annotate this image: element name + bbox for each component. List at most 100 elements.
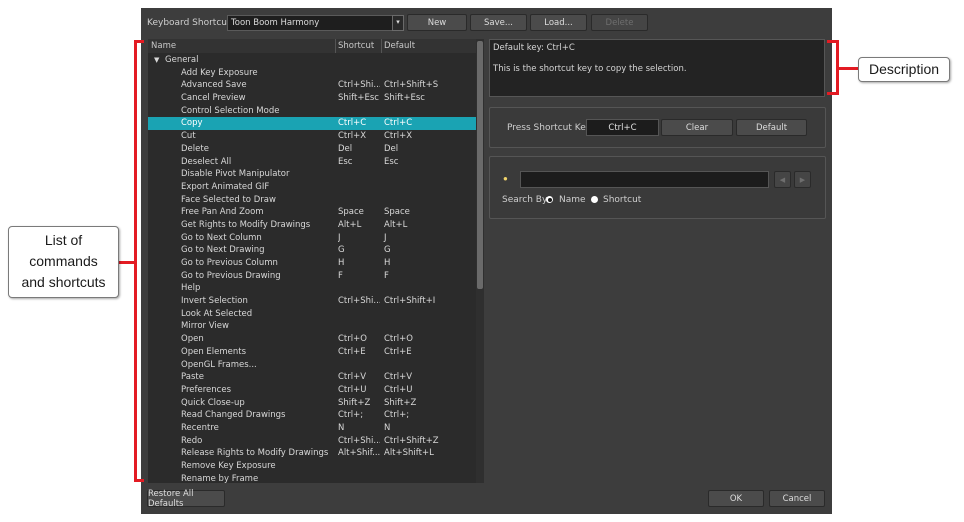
expand-arrow-icon[interactable]: ▼ [154, 56, 159, 64]
command-row[interactable]: Preferences Ctrl+U Ctrl+U [148, 384, 476, 397]
command-name: Cut [181, 131, 196, 142]
command-default: Ctrl+U [384, 384, 413, 395]
load-button[interactable]: Load... [530, 14, 587, 31]
command-name: Paste [181, 372, 204, 383]
command-row[interactable]: Get Rights to Modify Drawings Alt+L Alt+L [148, 219, 476, 232]
command-name: Delete [181, 143, 209, 154]
command-row[interactable]: Invert Selection Ctrl+Shi... Ctrl+Shift+I [148, 295, 476, 308]
command-name: Open Elements [181, 346, 247, 357]
command-row[interactable]: Go to Previous Column H H [148, 257, 476, 270]
command-name: Open [181, 334, 204, 345]
command-row[interactable]: Export Animated GIF [148, 181, 476, 194]
search-panel: ● ◀ ▶ Search By: Name Shortcut [489, 156, 826, 219]
command-row[interactable]: Redo Ctrl+Shi... Ctrl+Shift+Z [148, 435, 476, 448]
command-name: Cancel Preview [181, 93, 246, 104]
command-row[interactable]: Recentre N N [148, 422, 476, 435]
command-name: Recentre [181, 422, 219, 433]
delete-button[interactable]: Delete [591, 14, 648, 31]
save-button[interactable]: Save... [470, 14, 527, 31]
command-row[interactable]: Disable Pivot Manipulator [148, 168, 476, 181]
command-name: OpenGL Frames... [181, 359, 257, 370]
search-by-label: Search By: [502, 195, 550, 205]
list-callout-line-2: commands [29, 253, 98, 269]
command-default: Ctrl+V [384, 372, 413, 383]
restore-all-defaults-button[interactable]: Restore All Defaults [147, 489, 225, 509]
tree-group-general[interactable]: ▼ General [148, 54, 476, 67]
command-row[interactable]: Help [148, 282, 476, 295]
command-shortcut: Ctrl+Shi... [338, 80, 380, 91]
command-name: Go to Next Drawing [181, 245, 265, 256]
command-default: Ctrl+X [384, 131, 413, 142]
command-name: Go to Previous Column [181, 258, 278, 268]
command-row[interactable]: Go to Previous Drawing F F [148, 270, 476, 283]
command-row[interactable]: Quick Close-up Shift+Z Shift+Z [148, 397, 476, 410]
command-row[interactable]: Advanced Save Ctrl+Shi... Ctrl+Shift+S [148, 79, 476, 92]
search-by-shortcut-radio[interactable] [591, 196, 598, 203]
command-row[interactable]: Add Key Exposure [148, 67, 476, 80]
command-name: Help [181, 283, 201, 294]
command-row[interactable]: Open Elements Ctrl+E Ctrl+E [148, 346, 476, 359]
shortcut-set-select[interactable]: Toon Boom Harmony [227, 15, 403, 31]
command-shortcut: Space [338, 207, 364, 218]
command-row[interactable]: Rename by Frame [148, 473, 476, 483]
command-row[interactable]: Face Selected to Draw [148, 194, 476, 207]
command-row[interactable]: Mirror View [148, 320, 476, 333]
command-row[interactable]: Control Selection Mode [148, 105, 476, 118]
tree-header: Name Shortcut Default [148, 39, 476, 53]
search-previous-button[interactable]: ◀ [774, 171, 791, 188]
command-row[interactable]: Cancel Preview Shift+Esc Shift+Esc [148, 92, 476, 105]
command-name: Remove Key Exposure [181, 461, 276, 471]
search-by-shortcut-label[interactable]: Shortcut [603, 195, 641, 205]
command-row[interactable]: Open Ctrl+O Ctrl+O [148, 333, 476, 346]
command-name: Disable Pivot Manipulator [181, 169, 290, 180]
command-row[interactable]: Cut Ctrl+X Ctrl+X [148, 130, 476, 143]
group-label: General [165, 55, 199, 65]
command-row[interactable]: Deselect All Esc Esc [148, 156, 476, 169]
ok-button[interactable]: OK [708, 490, 764, 507]
clear-button[interactable]: Clear [661, 119, 733, 136]
search-by-name-radio[interactable] [546, 196, 553, 203]
column-header-shortcut[interactable]: Shortcut [338, 41, 374, 51]
command-default: Del [384, 143, 399, 154]
command-default: H [384, 258, 391, 268]
search-next-button[interactable]: ▶ [794, 171, 811, 188]
description-box: Default key: Ctrl+C This is the shortcut… [489, 39, 825, 97]
cancel-button[interactable]: Cancel [769, 490, 825, 507]
column-header-name[interactable]: Name [151, 41, 176, 51]
command-row[interactable]: Free Pan And Zoom Space Space [148, 206, 476, 219]
command-row[interactable]: Go to Next Drawing G G [148, 244, 476, 257]
command-shortcut: Shift+Z [338, 397, 371, 408]
list-bracket-bottom [134, 479, 144, 482]
tree-scrollbar[interactable] [476, 39, 484, 483]
command-row[interactable]: Release Rights to Modify Drawings Alt+Shi… [148, 447, 476, 460]
command-name: Invert Selection [181, 296, 248, 307]
command-shortcut: Ctrl+; [338, 410, 364, 421]
command-row[interactable]: Remove Key Exposure [148, 460, 476, 473]
command-default: G [384, 245, 391, 256]
new-button[interactable]: New [407, 14, 467, 31]
command-row[interactable]: Read Changed Drawings Ctrl+; Ctrl+; [148, 409, 476, 422]
command-shortcut: N [338, 422, 345, 433]
command-default: J [384, 232, 387, 243]
shortcut-key-field[interactable]: Ctrl+C [586, 119, 659, 136]
command-shortcut: Ctrl+X [338, 131, 367, 142]
command-shortcut: F [338, 270, 343, 281]
command-row[interactable]: Go to Next Column J J [148, 232, 476, 245]
commands-tree[interactable]: Name Shortcut Default ▼ General Add Key … [148, 39, 484, 483]
search-input[interactable] [520, 171, 769, 188]
scrollbar-thumb[interactable] [477, 41, 483, 289]
column-header-default[interactable]: Default [384, 41, 415, 51]
description-bracket-top [827, 40, 839, 43]
command-row[interactable]: Copy Ctrl+C Ctrl+C [148, 117, 476, 131]
default-button[interactable]: Default [736, 119, 807, 136]
shortcut-editor-panel: Press Shortcut Key: Ctrl+C Clear Default [489, 107, 826, 148]
command-row[interactable]: Delete Del Del [148, 143, 476, 156]
command-row[interactable]: OpenGL Frames... [148, 359, 476, 372]
command-shortcut: Ctrl+V [338, 372, 367, 383]
description-bracket-bottom [827, 92, 839, 95]
chevron-down-icon[interactable]: ▾ [392, 15, 404, 31]
command-row[interactable]: Look At Selected [148, 308, 476, 321]
search-by-name-label[interactable]: Name [559, 195, 586, 205]
command-name: Rename by Frame [181, 473, 259, 483]
command-row[interactable]: Paste Ctrl+V Ctrl+V [148, 371, 476, 384]
